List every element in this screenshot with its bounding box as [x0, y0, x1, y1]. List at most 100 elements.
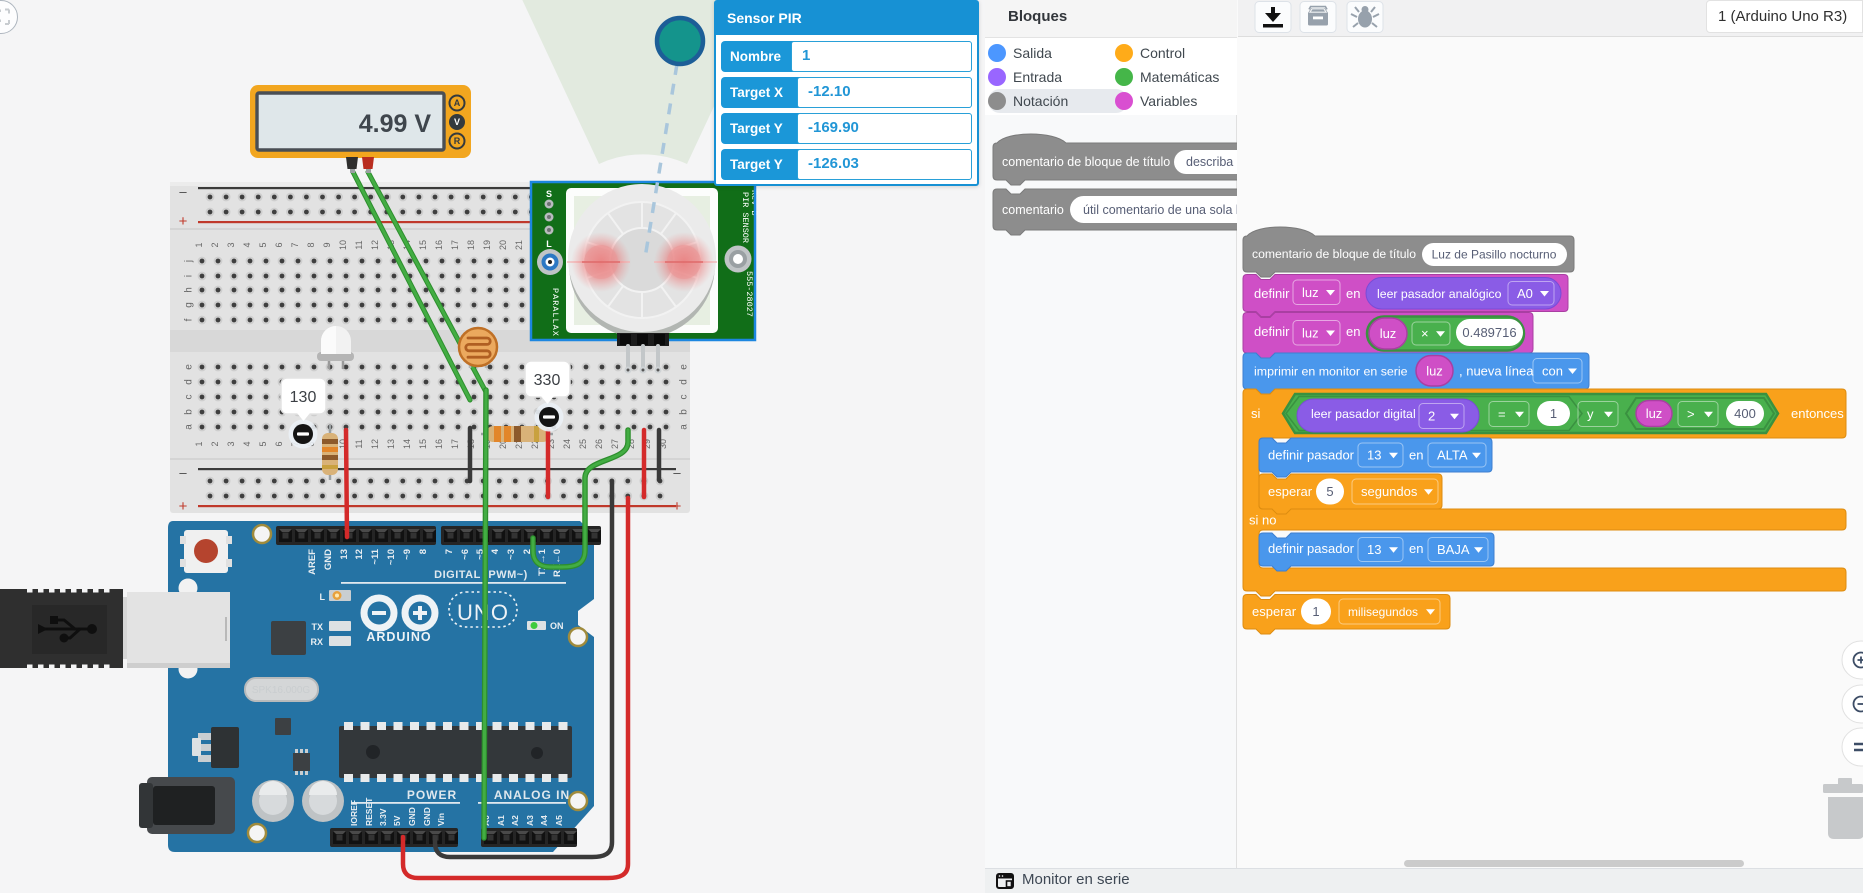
svg-text:A5: A5: [554, 815, 564, 826]
svg-text:luz: luz: [1380, 326, 1397, 341]
svg-text:15: 15: [418, 439, 428, 449]
svg-text:7: 7: [290, 242, 300, 247]
svg-text:13: 13: [386, 439, 396, 449]
svg-text:en: en: [1346, 324, 1360, 339]
svg-text:2: 2: [1428, 409, 1435, 424]
svg-text:=: =: [1498, 407, 1506, 422]
svg-text:A2: A2: [510, 815, 520, 826]
svg-text:–: –: [179, 465, 187, 480]
svg-text:A0: A0: [1517, 286, 1533, 301]
svg-text:2: 2: [210, 242, 220, 247]
svg-text:entonces: entonces: [1791, 406, 1844, 421]
svg-text:21: 21: [514, 240, 524, 250]
svg-text:b: b: [679, 409, 690, 415]
svg-text:~6: ~6: [460, 549, 471, 560]
svg-text:BAJA: BAJA: [1437, 542, 1470, 557]
svg-text:17: 17: [450, 240, 460, 250]
svg-text:5: 5: [1326, 484, 1333, 499]
svg-text:con: con: [1542, 363, 1563, 378]
svg-text:A: A: [454, 98, 461, 108]
svg-text:13: 13: [1367, 542, 1381, 557]
svg-text:1: 1: [1550, 406, 1557, 421]
svg-text:c: c: [184, 395, 195, 400]
svg-text:luz: luz: [1302, 325, 1319, 340]
svg-text:leer pasador analógico: leer pasador analógico: [1377, 287, 1502, 301]
svg-text:comentario de bloque de título: comentario de bloque de título: [1002, 155, 1170, 169]
svg-text:comentario: comentario: [1002, 203, 1064, 217]
svg-text:V: V: [454, 117, 460, 127]
svg-text:d: d: [184, 379, 195, 385]
svg-text:27: 27: [610, 439, 620, 449]
svg-text:13: 13: [1367, 448, 1381, 463]
svg-text:×: ×: [1421, 326, 1429, 341]
svg-text:segundos: segundos: [1361, 484, 1418, 499]
svg-text:7: 7: [444, 549, 455, 554]
svg-text:A3: A3: [525, 815, 535, 826]
svg-text:~10: ~10: [386, 549, 397, 565]
svg-text:16: 16: [434, 439, 444, 449]
svg-text:5: 5: [258, 441, 268, 446]
svg-text:3: 3: [226, 242, 236, 247]
svg-text:4.99 V: 4.99 V: [359, 110, 432, 138]
svg-text:–: –: [179, 184, 187, 199]
svg-text:3: 3: [226, 441, 236, 446]
svg-text:+: +: [179, 498, 188, 515]
svg-text:L: L: [546, 239, 552, 249]
svg-text:12: 12: [370, 439, 380, 449]
svg-text:definir pasador: definir pasador: [1268, 448, 1355, 463]
svg-text:en: en: [1346, 286, 1360, 301]
svg-text:3.3V: 3.3V: [378, 808, 388, 826]
svg-text:AREF: AREF: [307, 549, 318, 575]
svg-text:1: 1: [194, 242, 204, 247]
svg-text:GND: GND: [323, 549, 334, 570]
svg-text:A4: A4: [539, 815, 549, 826]
svg-text:R: R: [454, 136, 461, 146]
svg-text:SPK16.000G: SPK16.000G: [252, 685, 311, 696]
svg-text:ALTA: ALTA: [1437, 448, 1468, 463]
svg-text:14: 14: [402, 439, 412, 449]
svg-text:8: 8: [306, 242, 316, 247]
svg-text:luz: luz: [1426, 363, 1443, 378]
svg-text:f: f: [184, 318, 195, 321]
svg-text:A1: A1: [496, 815, 506, 826]
svg-text:400: 400: [1734, 406, 1756, 421]
svg-text:si no: si no: [1249, 513, 1276, 528]
svg-text:luz: luz: [1302, 285, 1319, 300]
svg-text:+: +: [673, 498, 682, 515]
svg-text:TX: TX: [311, 622, 323, 632]
svg-text:12: 12: [370, 240, 380, 250]
svg-text:DIGITAL (PWM~): DIGITAL (PWM~): [434, 569, 528, 581]
svg-text:2: 2: [210, 441, 220, 446]
svg-text:5V: 5V: [392, 815, 402, 826]
svg-text:luz: luz: [1646, 406, 1663, 421]
svg-text:d: d: [679, 379, 690, 385]
svg-text:Luz de Pasillo nocturno: Luz de Pasillo nocturno: [1432, 248, 1557, 262]
svg-text:20: 20: [498, 240, 508, 250]
svg-text:útil comentario de una sola lí: útil comentario de una sola lí: [1083, 203, 1237, 217]
svg-text:g: g: [184, 302, 195, 308]
svg-text:i: i: [184, 275, 195, 277]
svg-text:si: si: [1251, 406, 1261, 421]
svg-text:j: j: [184, 260, 195, 263]
svg-text:definir: definir: [1254, 286, 1290, 301]
svg-text:PIR SENSOR: PIR SENSOR: [740, 192, 750, 243]
svg-text:Vin: Vin: [436, 813, 446, 826]
svg-text:~11: ~11: [370, 548, 381, 564]
svg-text:12: 12: [354, 549, 365, 560]
svg-text:RESET: RESET: [364, 797, 374, 826]
svg-text:c: c: [679, 395, 690, 400]
svg-text:L: L: [320, 592, 326, 602]
svg-text:RX: RX: [310, 637, 323, 647]
svg-text:S: S: [546, 189, 552, 199]
svg-text:>: >: [1687, 407, 1695, 422]
svg-text:1: 1: [1312, 604, 1319, 619]
svg-text:esperar: esperar: [1252, 604, 1297, 619]
svg-text:4: 4: [490, 548, 501, 554]
svg-text:8: 8: [418, 549, 429, 554]
svg-text:h: h: [184, 287, 195, 293]
svg-text:en: en: [1409, 448, 1423, 463]
svg-text:~3: ~3: [506, 549, 517, 560]
svg-text:a: a: [679, 424, 690, 430]
svg-text:13: 13: [339, 549, 350, 560]
svg-text:19: 19: [482, 240, 492, 250]
